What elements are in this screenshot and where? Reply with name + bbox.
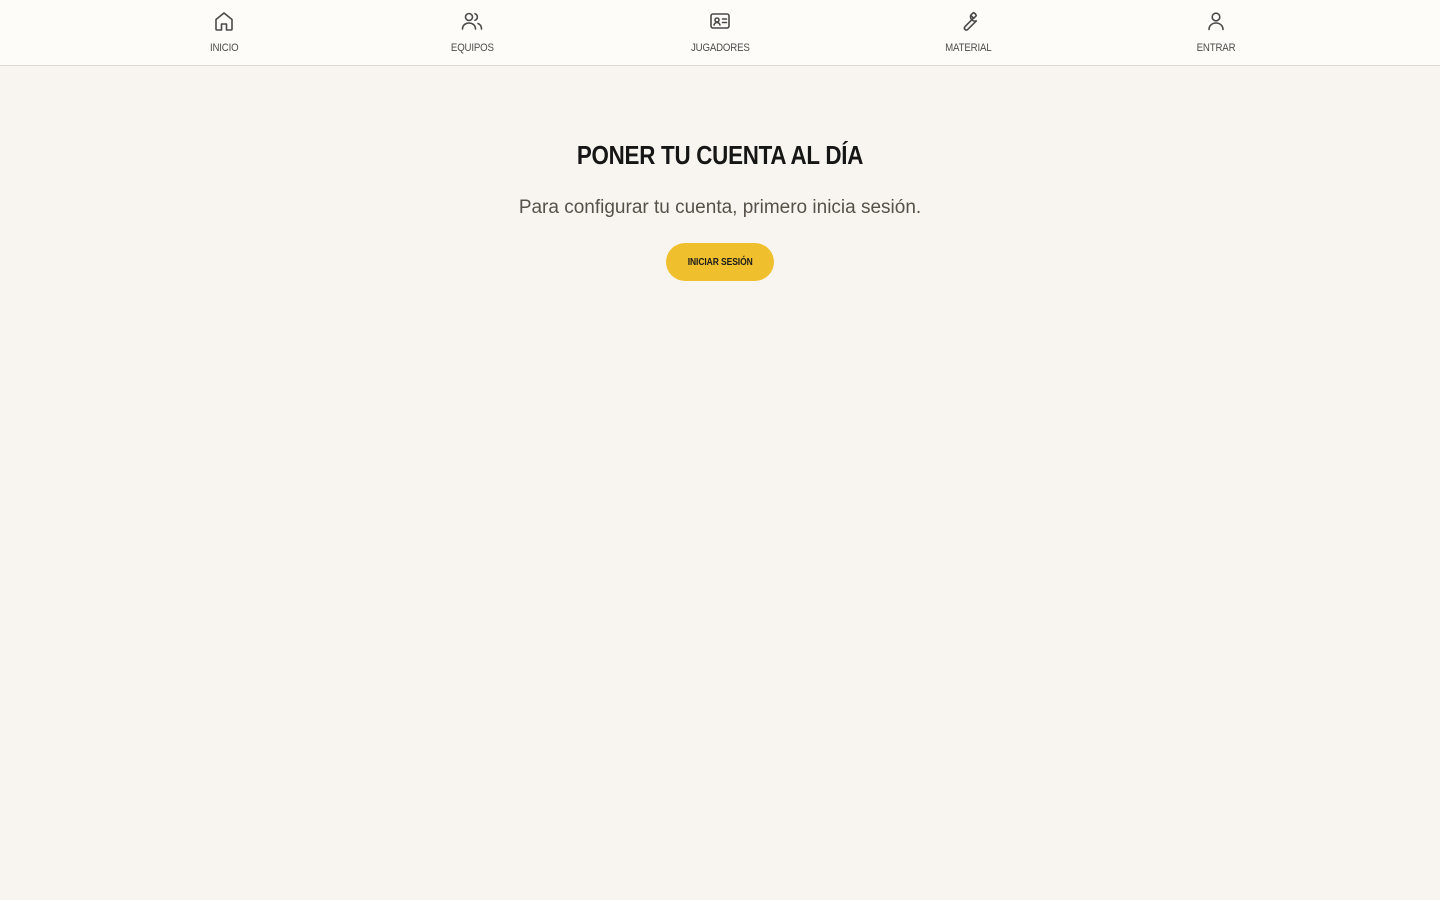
- page-subtitle: Para configurar tu cuenta, primero inici…: [518, 197, 922, 218]
- wrench-icon: [955, 8, 981, 34]
- nav-item-inicio[interactable]: INICIO: [144, 0, 304, 65]
- home-icon: [211, 8, 237, 34]
- nav-item-material[interactable]: MATERIAL: [888, 0, 1048, 65]
- page-title: PONER TU CUENTA AL DÍA: [576, 140, 864, 170]
- nav-item-entrar[interactable]: ENTRAR: [1136, 0, 1296, 65]
- top-navigation: INICIO EQUIPOS JUGADORES MATERIAL ENTRAR: [0, 0, 1440, 66]
- nav-item-label: EQUIPOS: [450, 42, 494, 54]
- nav-item-label: MATERIAL: [944, 42, 992, 54]
- users-icon: [459, 8, 485, 34]
- id-card-icon: [707, 8, 733, 34]
- nav-item-label: JUGADORES: [690, 42, 750, 54]
- nav-item-label: ENTRAR: [1196, 42, 1236, 54]
- login-button-label: INICIAR SESIÓN: [687, 256, 753, 268]
- nav-item-jugadores[interactable]: JUGADORES: [640, 0, 800, 65]
- nav-item-equipos[interactable]: EQUIPOS: [392, 0, 552, 65]
- login-button[interactable]: INICIAR SESIÓN: [666, 243, 774, 281]
- nav-item-label: INICIO: [209, 42, 239, 54]
- user-icon: [1203, 8, 1229, 34]
